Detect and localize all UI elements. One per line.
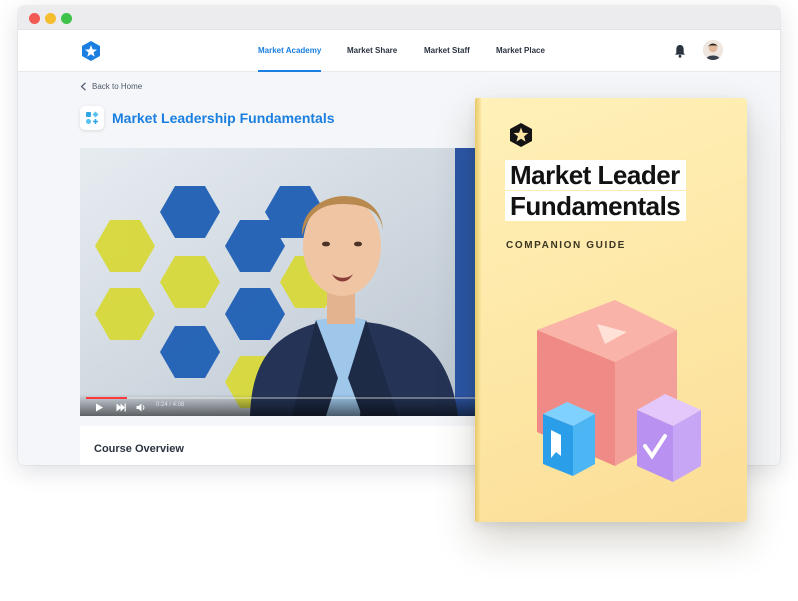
user-avatar[interactable] bbox=[703, 40, 723, 60]
book-title: Market Leader Fundamentals bbox=[505, 160, 687, 222]
maximize-window-button[interactable] bbox=[61, 13, 72, 24]
marketing-composition: Market Academy Market Share Market Staff… bbox=[0, 0, 798, 601]
book-title-line-2: Fundamentals bbox=[505, 191, 687, 221]
video-progress-fill bbox=[86, 397, 127, 399]
nav-tab-market-share[interactable]: Market Share bbox=[347, 30, 397, 72]
video-player[interactable]: 0:24 / 4:08 bbox=[80, 148, 500, 416]
chevron-left-icon bbox=[80, 82, 86, 91]
video-progress-bar[interactable] bbox=[86, 397, 494, 399]
window-titlebar bbox=[18, 6, 780, 30]
book-subtitle: COMPANION GUIDE bbox=[506, 240, 626, 251]
skip-next-icon[interactable] bbox=[116, 403, 126, 412]
back-to-home-link[interactable]: Back to Home bbox=[80, 82, 142, 91]
nav-tab-market-academy[interactable]: Market Academy bbox=[258, 30, 322, 72]
course-overview-title: Course Overview bbox=[94, 443, 184, 455]
video-time-display: 0:24 / 4:08 bbox=[156, 402, 185, 408]
volume-icon[interactable] bbox=[136, 403, 146, 412]
bell-icon[interactable] bbox=[674, 44, 686, 58]
top-navbar: Market Academy Market Share Market Staff… bbox=[18, 30, 780, 72]
companion-guide-book: Market Leader Fundamentals COMPANION GUI… bbox=[475, 98, 747, 522]
isometric-blocks-illustration bbox=[537, 300, 701, 482]
minimize-window-button[interactable] bbox=[45, 13, 56, 24]
book-title-line-1: Market Leader bbox=[505, 160, 686, 190]
course-category-icon bbox=[80, 106, 104, 130]
nav-tab-market-staff[interactable]: Market Staff bbox=[424, 30, 470, 72]
star-hexagon-logo-icon bbox=[510, 123, 532, 147]
course-overview-card: Course Overview bbox=[80, 426, 500, 465]
play-icon[interactable] bbox=[94, 403, 104, 412]
video-controls: 0:24 / 4:08 bbox=[80, 394, 500, 416]
back-link-label: Back to Home bbox=[92, 82, 143, 91]
close-window-button[interactable] bbox=[29, 13, 40, 24]
star-hexagon-logo-icon[interactable] bbox=[80, 40, 102, 62]
video-frame-speaker bbox=[80, 148, 500, 416]
course-title: Market Leadership Fundamentals bbox=[112, 110, 335, 126]
nav-tab-market-place[interactable]: Market Place bbox=[496, 30, 545, 72]
